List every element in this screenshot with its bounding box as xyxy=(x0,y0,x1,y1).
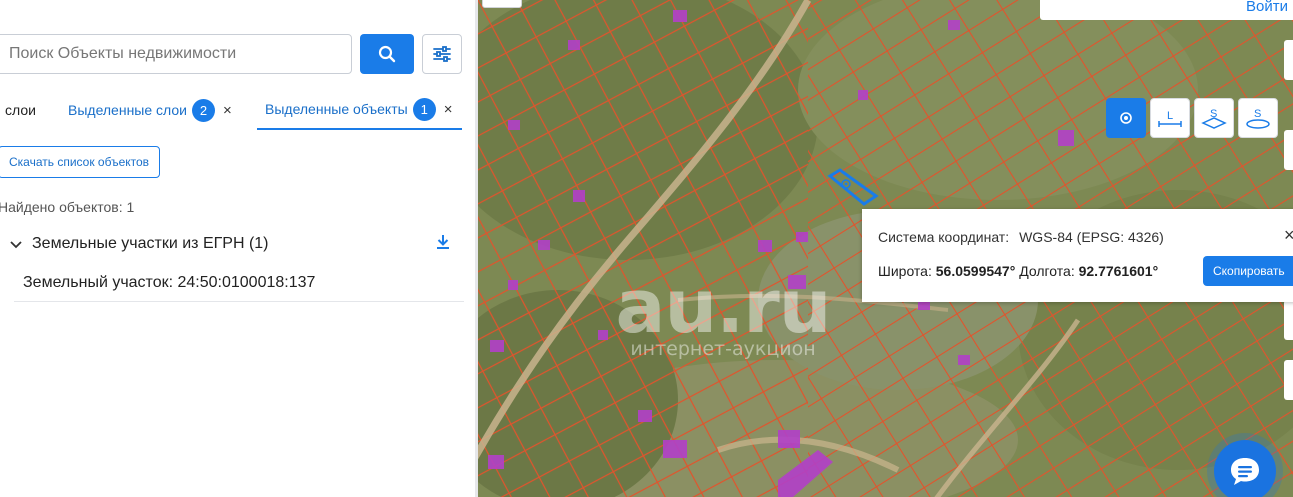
sliders-icon xyxy=(433,46,451,62)
count-badge: 2 xyxy=(191,98,215,122)
search-input[interactable] xyxy=(0,34,352,74)
found-count: Найдено объектов: 1 xyxy=(0,199,135,215)
watermark: au.ru интернет-аукцион xyxy=(608,270,838,360)
lon-value: 92.7761601° xyxy=(1078,263,1159,279)
right-edge-control[interactable] xyxy=(1284,300,1293,340)
point-icon xyxy=(1120,112,1132,124)
watermark-main: au.ru xyxy=(615,264,832,350)
area-icon: S xyxy=(1201,108,1227,129)
area-alt-tool-button[interactable]: S xyxy=(1238,98,1278,138)
download-icon[interactable] xyxy=(436,234,450,255)
close-icon[interactable]: × xyxy=(444,101,453,118)
area-alt-icon: S xyxy=(1246,108,1270,129)
point-tool-button[interactable] xyxy=(1106,98,1146,138)
lat-value: 56.0599547° xyxy=(935,263,1016,279)
login-panel: Войти xyxy=(1040,0,1293,20)
download-list-button[interactable]: Скачать список объектов xyxy=(0,146,161,178)
area-tool-button[interactable]: S xyxy=(1194,98,1234,138)
coordinates-popup: Система координат: WGS-84 (EPSG: 4326) Ши… xyxy=(862,209,1293,302)
svg-text:L: L xyxy=(1167,110,1173,122)
copy-button[interactable]: Скопировать xyxy=(1203,256,1293,286)
chat-button[interactable] xyxy=(1214,440,1276,497)
count-badge: 1 xyxy=(412,97,436,121)
chevron-down-icon[interactable] xyxy=(10,236,26,252)
search-icon xyxy=(378,45,396,63)
lon-label: Долгота: xyxy=(1019,263,1075,279)
tabs-bar: слои Выделенные слои 2 × Выделенные объе… xyxy=(0,90,478,130)
length-tool-button[interactable]: L xyxy=(1150,98,1190,138)
list-item[interactable]: Земельный участок: 24:50:0100018:137 xyxy=(14,264,464,302)
login-link[interactable]: Войти xyxy=(1246,0,1288,15)
tab-selected-objects-label: Выделенные объекты xyxy=(265,101,408,117)
tab-selected-layers-label: Выделенные слои xyxy=(68,102,187,118)
group-title: Земельные участки из ЕГРН (1) xyxy=(32,235,269,252)
close-icon[interactable]: × xyxy=(223,102,232,119)
length-icon: L xyxy=(1158,110,1182,127)
coords-row: Широта: 56.0599547° Долгота: 92.7761601° xyxy=(878,263,1158,279)
right-edge-control[interactable] xyxy=(1284,360,1293,400)
lat-label: Широта: xyxy=(878,263,932,279)
tab-layers[interactable]: слои xyxy=(5,90,36,130)
crs-value: WGS-84 (EPSG: 4326) xyxy=(1019,229,1164,245)
tab-selected-objects[interactable]: Выделенные объекты 1 × xyxy=(257,90,462,130)
crs-label: Система координат: xyxy=(878,229,1010,245)
objects-panel: слои Выделенные слои 2 × Выделенные объе… xyxy=(0,0,478,497)
list-item-label: Земельный участок: 24:50:0100018:137 xyxy=(23,273,316,291)
group-land-plots[interactable]: Земельные участки из ЕГРН (1) xyxy=(10,232,462,256)
right-edge-control[interactable] xyxy=(1284,130,1293,170)
close-icon[interactable]: × xyxy=(1284,225,1293,246)
svg-text:S: S xyxy=(1254,108,1261,120)
watermark-sub: интернет-аукцион xyxy=(630,338,816,360)
tab-layers-label: слои xyxy=(5,102,36,118)
crs-row: Система координат: WGS-84 (EPSG: 4326) xyxy=(878,229,1164,245)
right-edge-control[interactable] xyxy=(1284,40,1293,80)
map-view[interactable]: Войти L S S au.ru интернет-аукцион Систе… xyxy=(478,0,1293,497)
tab-selected-layers[interactable]: Выделенные слои 2 × xyxy=(68,90,232,130)
map-corner-button[interactable] xyxy=(482,0,522,8)
search-button[interactable] xyxy=(360,34,414,74)
chat-icon xyxy=(1231,458,1259,485)
filter-button[interactable] xyxy=(422,34,462,74)
